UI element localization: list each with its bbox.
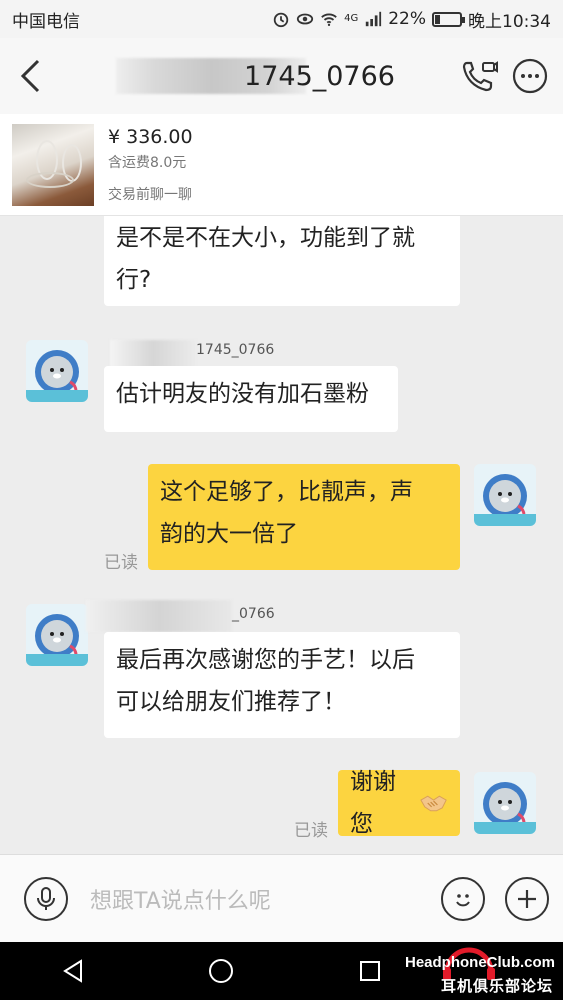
back-icon [20, 59, 40, 93]
voice-input-button[interactable] [24, 876, 68, 921]
message-text-line: 可以给朋友们推荐了！ [116, 689, 346, 715]
signal-icon [366, 11, 382, 27]
seal-avatar-icon [26, 350, 88, 402]
avatar[interactable] [26, 340, 88, 402]
plus-icon [518, 889, 536, 908]
clock: 晚上10:34 [468, 11, 551, 32]
recents-square-icon[interactable] [358, 959, 382, 983]
product-card[interactable]: ¥ 336.00 含运费8.0元 交易前聊一聊 [0, 114, 563, 216]
chat-title-area: 1745_0766 [60, 38, 455, 114]
message-text-line: 最后再次感谢您的手艺！以后 [116, 647, 415, 673]
message-text-line: 韵的大一倍了 [160, 521, 298, 547]
shipping-fee: 含运费8.0元 [108, 154, 187, 171]
read-receipt: 已读 [104, 553, 138, 573]
seal-avatar-icon [474, 782, 536, 834]
battery-percent: 22% [388, 9, 426, 29]
back-triangle-icon[interactable] [61, 958, 85, 984]
message-list[interactable]: 是不是不在大小，功能到了就 行? 1745_0766 估计明友的没有加石墨粉 已… [0, 216, 563, 854]
chat-title: 1745_0766 [244, 60, 395, 92]
wifi-icon [321, 13, 337, 27]
sender-name: 1745_0766 [196, 342, 275, 358]
message-bubble-outgoing[interactable]: 这个足够了，比靓声，声 韵的大一倍了 [148, 464, 460, 570]
message-bubble-incoming[interactable]: 最后再次感谢您的手艺！以后 可以给朋友们推荐了！ [104, 632, 460, 738]
status-bar: 中国电信 4G 22% 晚上10:34 [0, 0, 563, 38]
product-price: ¥ 336.00 [108, 125, 193, 148]
message-text-line: 这个足够了，比靓声，声 [160, 479, 413, 505]
message-text-line: 谢谢您 [350, 769, 396, 837]
carrier-name: 中国电信 [12, 11, 80, 32]
message-bubble-incoming[interactable]: 估计明友的没有加石墨粉 [104, 366, 398, 432]
plus-button[interactable] [505, 876, 549, 921]
emoji-button[interactable] [441, 876, 485, 921]
more-button[interactable] [505, 38, 555, 114]
redacted-name [86, 600, 232, 632]
more-icon [512, 58, 548, 94]
voice-call-icon [462, 61, 498, 92]
alarm-icon [273, 12, 289, 28]
status-icons: 4G 22% 晚上10:34 [272, 7, 551, 32]
pre-trade-chat-label: 交易前聊一聊 [108, 186, 192, 203]
sender-name: _0766 [232, 606, 275, 622]
home-circle-icon[interactable] [207, 957, 235, 985]
message-text-line: 是不是不在大小，功能到了就 [116, 225, 415, 251]
message-input[interactable]: 想跟TA说点什么呢 [68, 883, 441, 915]
product-thumbnail[interactable] [12, 123, 94, 206]
message-bubble-outgoing[interactable]: 谢谢您 [338, 769, 460, 837]
site-watermark: HeadphoneClub.com 耳机俱乐部论坛 [399, 946, 557, 998]
avatar[interactable] [26, 604, 88, 666]
watermark-forum: 耳机俱乐部论坛 [440, 977, 553, 995]
handshake-icon [420, 795, 447, 812]
emoji-icon [456, 893, 470, 906]
seal-avatar-icon [474, 474, 536, 526]
redacted-name [110, 340, 196, 368]
microphone-icon [37, 886, 55, 910]
message-text-line: 估计明友的没有加石墨粉 [116, 381, 369, 407]
network-type: 4G [344, 13, 359, 24]
watermark-site: HeadphoneClub.com [404, 954, 555, 971]
read-receipt: 已读 [294, 821, 328, 841]
avatar-self[interactable] [474, 772, 536, 834]
eye-icon [296, 13, 314, 25]
battery-icon [432, 11, 465, 27]
voice-call-button[interactable] [455, 38, 505, 114]
back-button[interactable] [0, 38, 60, 114]
product-info: ¥ 336.00 含运费8.0元 交易前聊一聊 [108, 126, 193, 204]
message-bubble-incoming[interactable]: 是不是不在大小，功能到了就 行? [104, 216, 460, 306]
input-bar: 想跟TA说点什么呢 [0, 854, 563, 942]
seal-avatar-icon [26, 614, 88, 666]
avatar-self[interactable] [474, 464, 536, 526]
message-text-line: 行? [116, 267, 152, 293]
chat-header: 1745_0766 [0, 38, 563, 114]
